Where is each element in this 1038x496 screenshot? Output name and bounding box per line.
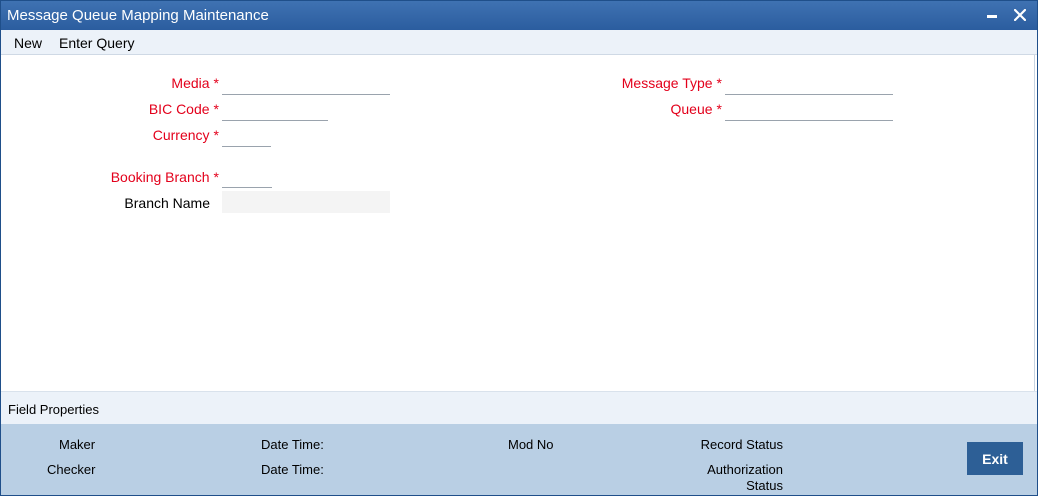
exit-button[interactable]: Exit <box>967 442 1023 475</box>
mod-no-label: Mod No <box>508 437 554 452</box>
title-bar: Message Queue Mapping Maintenance <box>1 1 1037 30</box>
minimize-icon <box>987 14 997 18</box>
window-title: Message Queue Mapping Maintenance <box>7 7 269 24</box>
currency-label-text: Currency <box>152 127 210 143</box>
booking-branch-label-text: Booking Branch <box>110 169 210 185</box>
new-button[interactable]: New <box>14 35 42 51</box>
field-properties-link[interactable]: Field Properties <box>8 402 99 417</box>
media-input[interactable] <box>222 74 390 95</box>
authorization-label: Authorization <box>707 462 783 477</box>
currency-input[interactable] <box>222 126 271 147</box>
close-button[interactable] <box>1009 4 1031 26</box>
record-status-label: Record Status <box>700 437 783 452</box>
checker-label: Checker <box>47 462 96 477</box>
required-marker: * <box>213 169 219 185</box>
field-properties-bar: Field Properties <box>1 391 1037 424</box>
required-marker: * <box>716 75 722 91</box>
audit-panel: Maker Checker Date Time: Date Time: Mod … <box>1 424 1037 495</box>
form-area: Media * BIC Code * Currency * Booking Branc… <box>1 55 1035 391</box>
media-label: Media * <box>171 75 219 91</box>
enter-query-button[interactable]: Enter Query <box>59 35 134 51</box>
booking-branch-label: Booking Branch * <box>111 169 219 185</box>
message-type-label-text: Message Type <box>621 75 713 91</box>
required-marker: * <box>213 75 219 91</box>
required-marker: * <box>213 101 219 117</box>
queue-label-text: Queue <box>670 101 713 117</box>
queue-input[interactable] <box>725 100 893 121</box>
media-label-text: Media <box>171 75 210 91</box>
required-marker: * <box>213 127 219 143</box>
branch-name-label: Branch Name <box>124 195 210 211</box>
close-icon <box>1014 9 1026 21</box>
booking-branch-input[interactable] <box>222 167 272 188</box>
message-queue-mapping-window: Message Queue Mapping Maintenance New En… <box>0 0 1038 496</box>
queue-label: Queue * <box>671 101 723 117</box>
currency-label: Currency * <box>153 127 219 143</box>
bic-code-input[interactable] <box>222 100 328 121</box>
maker-date-time-label: Date Time: <box>261 437 324 452</box>
bic-code-label-text: BIC Code <box>148 101 210 117</box>
message-type-label: Message Type * <box>622 75 722 91</box>
toolbar: New Enter Query <box>1 30 1037 55</box>
branch-name-field <box>222 191 390 213</box>
message-type-input[interactable] <box>725 74 893 95</box>
checker-date-time-label: Date Time: <box>261 462 324 477</box>
required-marker: * <box>716 101 722 117</box>
authorization-status-label: Status <box>746 478 783 493</box>
bic-code-label: BIC Code * <box>149 101 219 117</box>
minimize-button[interactable] <box>981 4 1003 26</box>
maker-label: Maker <box>59 437 96 452</box>
